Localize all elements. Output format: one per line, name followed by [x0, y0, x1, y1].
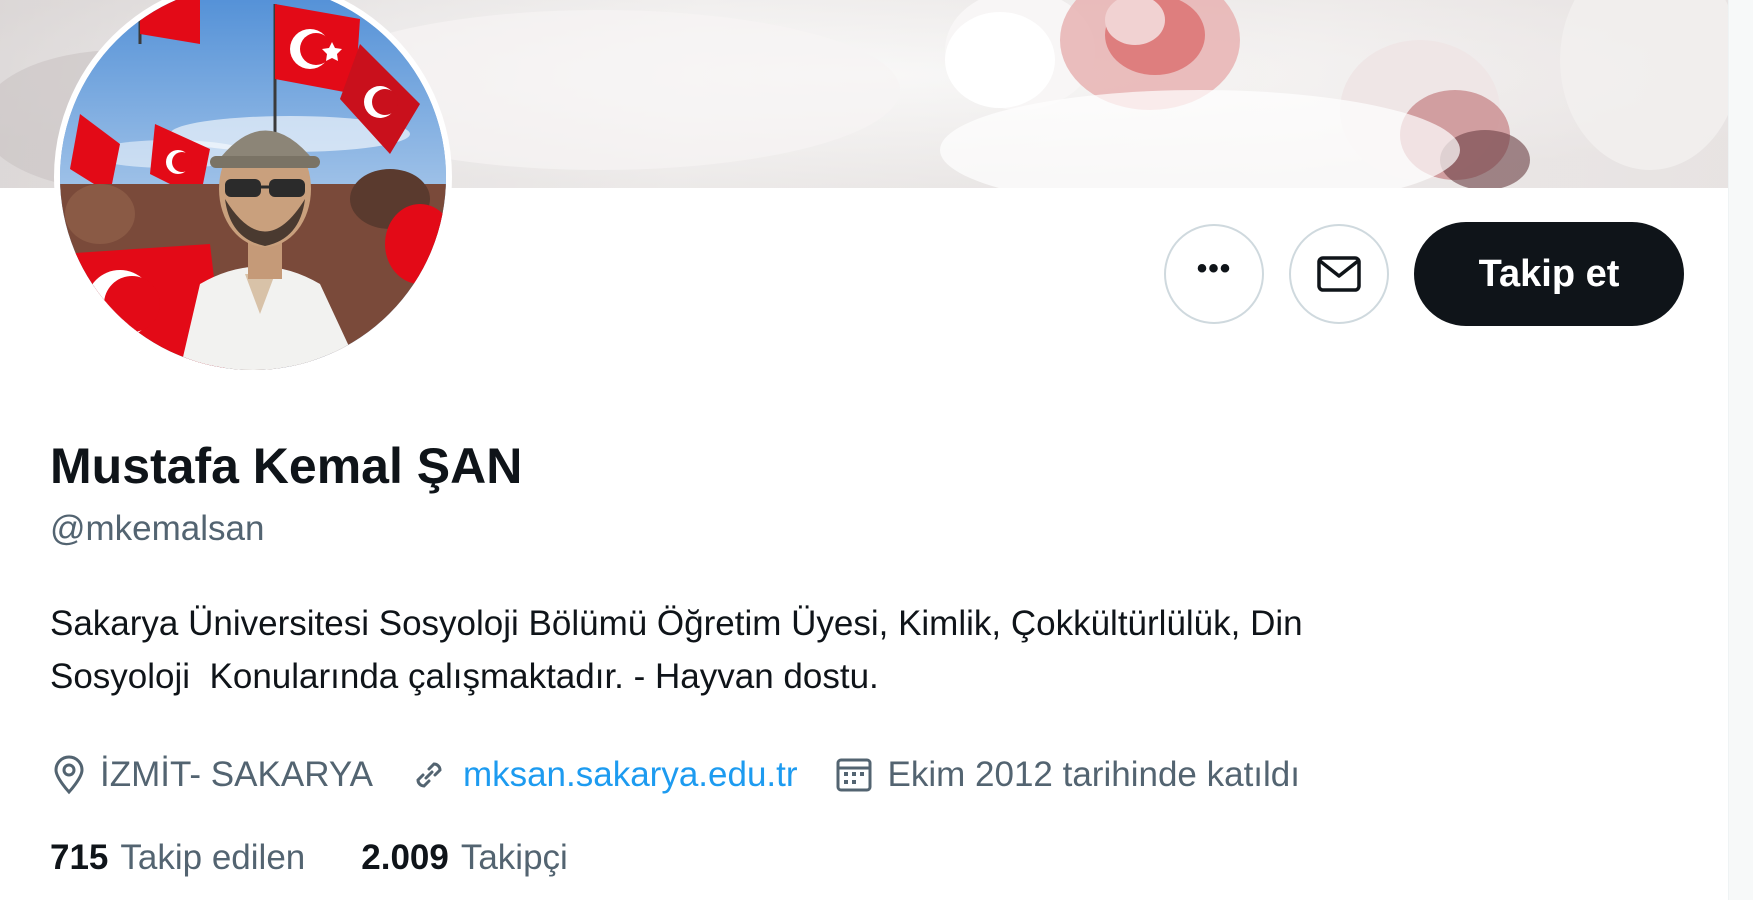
profile-bio: Sakarya Üniversitesi Sosyoloji Bölümü Öğ… [50, 597, 1650, 703]
location-text: İZMİT- SAKARYA [100, 755, 373, 794]
more-button[interactable]: ••• [1164, 224, 1264, 324]
following-label: Takip edilen [120, 838, 306, 877]
follow-button-label: Takip et [1478, 252, 1620, 295]
more-dots-icon: ••• [1196, 252, 1232, 285]
profile-meta: İZMİT- SAKARYA mksan.sakarya.edu.tr Ekim… [52, 750, 1336, 800]
profile-website[interactable]: mksan.sakarya.edu.tr [409, 755, 798, 795]
followers-stat[interactable]: 2.009 Takipçi [361, 838, 568, 878]
profile-page: ••• Takip et Mustafa Kemal ŞAN @mkemalsa… [0, 0, 1753, 900]
profile-avatar[interactable] [54, 0, 452, 376]
bio-line: Sosyoloji Konularında çalışmaktadır. - H… [50, 657, 879, 696]
website-link[interactable]: mksan.sakarya.edu.tr [463, 755, 798, 795]
followers-label: Takipçi [460, 838, 568, 877]
following-stat[interactable]: 715 Takip edilen [50, 838, 305, 878]
following-count: 715 [50, 838, 109, 877]
follow-button[interactable]: Takip et [1414, 222, 1684, 326]
profile-handle: @mkemalsan [50, 509, 265, 548]
profile-display-name: Mustafa Kemal ŞAN [50, 438, 523, 494]
bio-line: Sakarya Üniversitesi Sosyoloji Bölümü Öğ… [50, 604, 1303, 643]
map-pin-icon [54, 755, 84, 795]
calendar-icon [836, 758, 872, 792]
joined-text: Ekim 2012 tarihinde katıldı [887, 755, 1300, 794]
profile-location: İZMİT- SAKARYA [52, 755, 373, 795]
profile-joined: Ekim 2012 tarihinde katıldı [834, 755, 1300, 795]
message-button[interactable] [1289, 224, 1389, 324]
page-scroll-gutter [1728, 0, 1753, 900]
avatar-photo [60, 0, 446, 370]
followers-count: 2.009 [361, 838, 449, 877]
link-icon [416, 762, 442, 788]
profile-stats: 715 Takip edilen 2.009 Takipçi [50, 834, 624, 882]
envelope-icon [1317, 256, 1361, 292]
